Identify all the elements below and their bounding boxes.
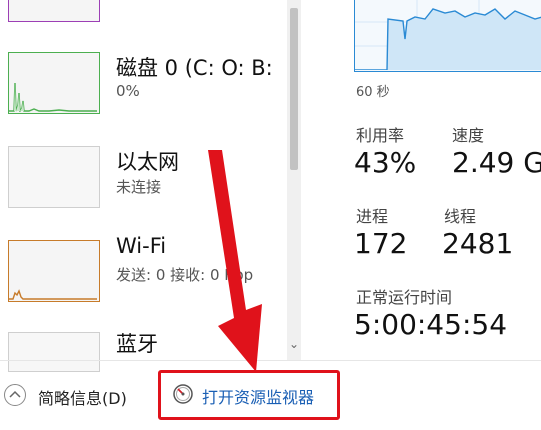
- wifi-title[interactable]: Wi-Fi: [116, 234, 166, 258]
- wifi-activity-graph: [9, 289, 97, 300]
- scrollbar-thumb[interactable]: [290, 8, 298, 170]
- ethernet-graph-thumbnail[interactable]: [8, 146, 100, 208]
- uptime-value: 5:00:45:54: [354, 308, 508, 341]
- utilization-label: 利用率: [356, 126, 405, 145]
- cpu-usage-graph: [354, 0, 541, 72]
- open-resource-monitor-link[interactable]: 打开资源监视器: [202, 384, 314, 408]
- uptime-label: 正常运行时间: [356, 288, 453, 307]
- red-pointer-arrow-icon: [208, 150, 262, 372]
- device-graph-thumbnail-top[interactable]: [8, 0, 100, 22]
- speed-value: 2.49 G: [452, 146, 541, 179]
- cpu-usage-line: [355, 0, 541, 71]
- disk-graph-thumbnail[interactable]: [8, 52, 100, 114]
- resource-monitor-icon[interactable]: [172, 383, 194, 405]
- utilization-value: 43%: [354, 146, 417, 179]
- processes-label: 进程: [356, 207, 389, 226]
- collapse-details-button[interactable]: [4, 384, 26, 406]
- disk-activity-graph: [9, 82, 97, 114]
- bluetooth-title[interactable]: 蓝牙: [116, 328, 158, 358]
- ethernet-title[interactable]: 以太网: [116, 146, 179, 176]
- processes-value: 172: [354, 227, 408, 260]
- chevron-up-icon: [9, 390, 21, 398]
- brief-info-link[interactable]: 简略信息(D): [38, 385, 127, 409]
- graph-time-label: 60 秒: [356, 85, 390, 100]
- threads-label: 线程: [444, 207, 477, 226]
- disk-usage: 0%: [116, 82, 140, 100]
- bluetooth-graph-thumbnail[interactable]: [8, 332, 100, 372]
- threads-value: 2481: [442, 227, 514, 260]
- wifi-graph-thumbnail[interactable]: [8, 240, 100, 302]
- speed-label: 速度: [452, 126, 485, 145]
- ethernet-status: 未连接: [116, 178, 162, 196]
- disk-title[interactable]: 磁盘 0 (C: O: B:: [116, 52, 273, 82]
